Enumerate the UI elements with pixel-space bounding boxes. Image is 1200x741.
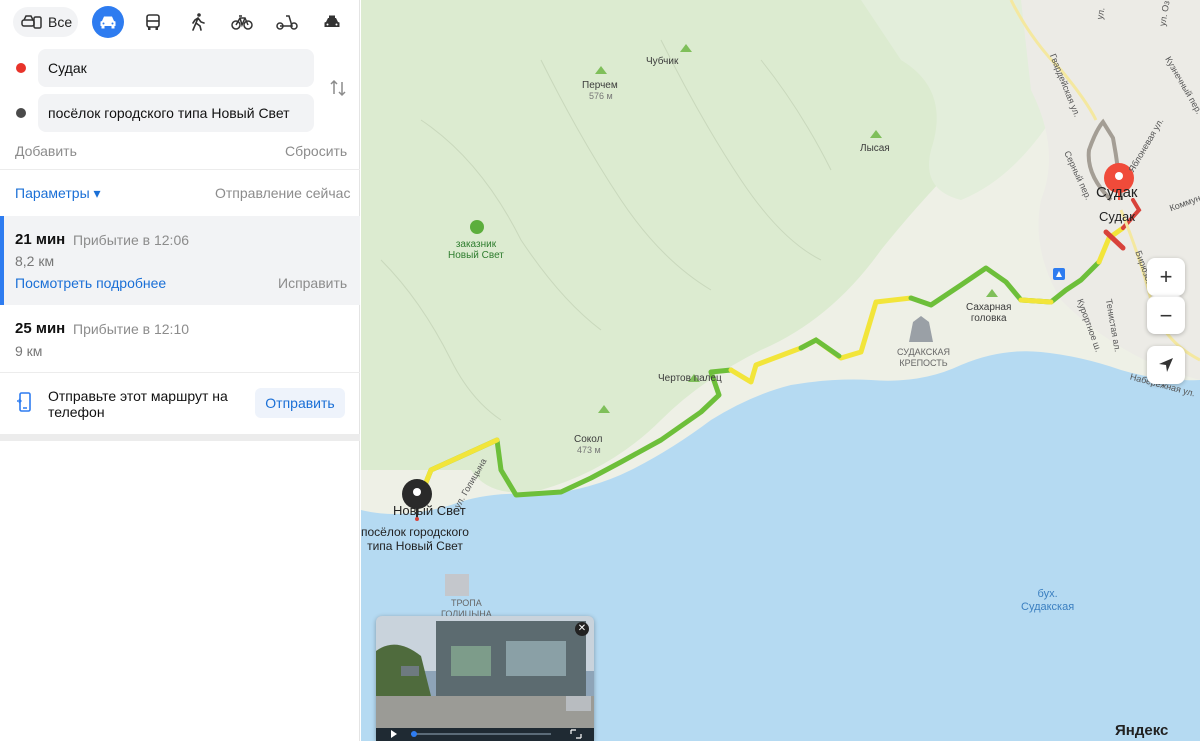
taxi-icon [324, 15, 340, 27]
map-label-sokol-height: 473 м [577, 445, 601, 455]
add-point-link[interactable]: Добавить [15, 143, 77, 159]
mode-taxi-button[interactable] [316, 6, 348, 38]
geolocation-button[interactable] [1147, 346, 1185, 384]
to-input[interactable]: посёлок городского типа Новый Свет [38, 94, 314, 132]
map-label-bay: бух. Судакская [1021, 588, 1075, 613]
mode-bus-button[interactable] [137, 6, 169, 38]
map-label-novy-svet-full: посёлок городского типа Новый Свет [361, 525, 469, 553]
mode-scooter-button[interactable] [271, 6, 303, 38]
route-distance: 9 км [15, 343, 43, 359]
map-view[interactable]: Чубчик Перчем 576 м Лысая заказник Новый… [361, 0, 1200, 741]
from-marker-dot [16, 63, 26, 73]
route-details-link[interactable]: Посмотреть подробнее [15, 275, 166, 291]
bus-icon [146, 13, 160, 30]
mode-all-button[interactable]: Все [13, 7, 78, 37]
close-icon[interactable]: ✕ [575, 622, 589, 636]
map-label-sudak-pin: Судак [1096, 184, 1138, 201]
mode-car-button[interactable] [92, 6, 124, 38]
mode-walk-button[interactable] [182, 6, 214, 38]
bike-icon [231, 15, 253, 30]
mode-all-label: Все [48, 14, 73, 30]
route-arrival: Прибытие в 12:06 [73, 232, 190, 248]
scooter-icon [276, 15, 298, 30]
zoom-in-button[interactable]: + [1147, 258, 1185, 296]
departure-selector[interactable]: Отправление сейчас [215, 185, 350, 201]
map-label-zakaznik: заказник Новый Свет [448, 239, 504, 261]
map-label-chertov: Чертов палец [658, 373, 722, 384]
route-fix-link[interactable]: Исправить [278, 275, 347, 291]
yandex-logo: Яндекс [1115, 722, 1169, 739]
walk-icon [192, 13, 205, 31]
swap-icon[interactable] [328, 78, 348, 98]
location-arrow-icon [1159, 358, 1173, 372]
route-arrival: Прибытие в 12:10 [73, 321, 190, 337]
car-icon [100, 16, 116, 29]
send-button[interactable]: Отправить [255, 388, 345, 418]
panel-separator [0, 434, 360, 441]
divider [0, 372, 360, 373]
route-panel: Все Судак посёлок городского типа Новый … [0, 0, 360, 741]
route-time: 21 мин [15, 231, 66, 248]
route-distance: 8,2 км [15, 253, 55, 269]
zoom-out-button[interactable]: − [1147, 296, 1185, 334]
reset-link[interactable]: Сбросить [285, 143, 347, 159]
panorama-preview[interactable]: ✕ [376, 616, 594, 741]
from-input[interactable]: Судак [38, 49, 314, 87]
map-label-lysaya: Лысая [860, 143, 890, 154]
map-label-sakharnaya: Сахарная головка [966, 302, 1012, 324]
divider [0, 169, 360, 170]
route-option-1[interactable]: 21 мин Прибытие в 12:06 8,2 км Посмотрет… [0, 216, 360, 305]
map-label-perchem: Перчем [582, 80, 618, 91]
mode-bike-button[interactable] [226, 6, 258, 38]
app-window: Все Судак посёлок городского типа Новый … [0, 0, 1200, 741]
panorama-image [376, 616, 594, 741]
transport-modes: Все [0, 0, 360, 44]
route-time: 25 мин [15, 320, 66, 337]
send-to-phone-text: Отправьте этот маршрут на телефон [48, 388, 228, 420]
map-label-chubchik: Чубчик [646, 56, 679, 67]
map-label-street: ул. [1094, 6, 1107, 21]
map-label-sokol: Сокол [574, 434, 603, 445]
map-label-sudak-city: Судак [1099, 209, 1135, 224]
to-marker-dot [16, 108, 26, 118]
map-label-perchem-height: 576 м [589, 91, 613, 101]
route-option-2[interactable]: 25 мин Прибытие в 12:10 9 км [0, 305, 360, 372]
all-modes-icon [21, 15, 42, 29]
params-dropdown[interactable]: Параметры ▾ [15, 185, 101, 202]
map-label-krepost: СУДАКСКАЯ КРЕПОСТЬ [897, 347, 950, 368]
phone-icon [17, 392, 31, 412]
